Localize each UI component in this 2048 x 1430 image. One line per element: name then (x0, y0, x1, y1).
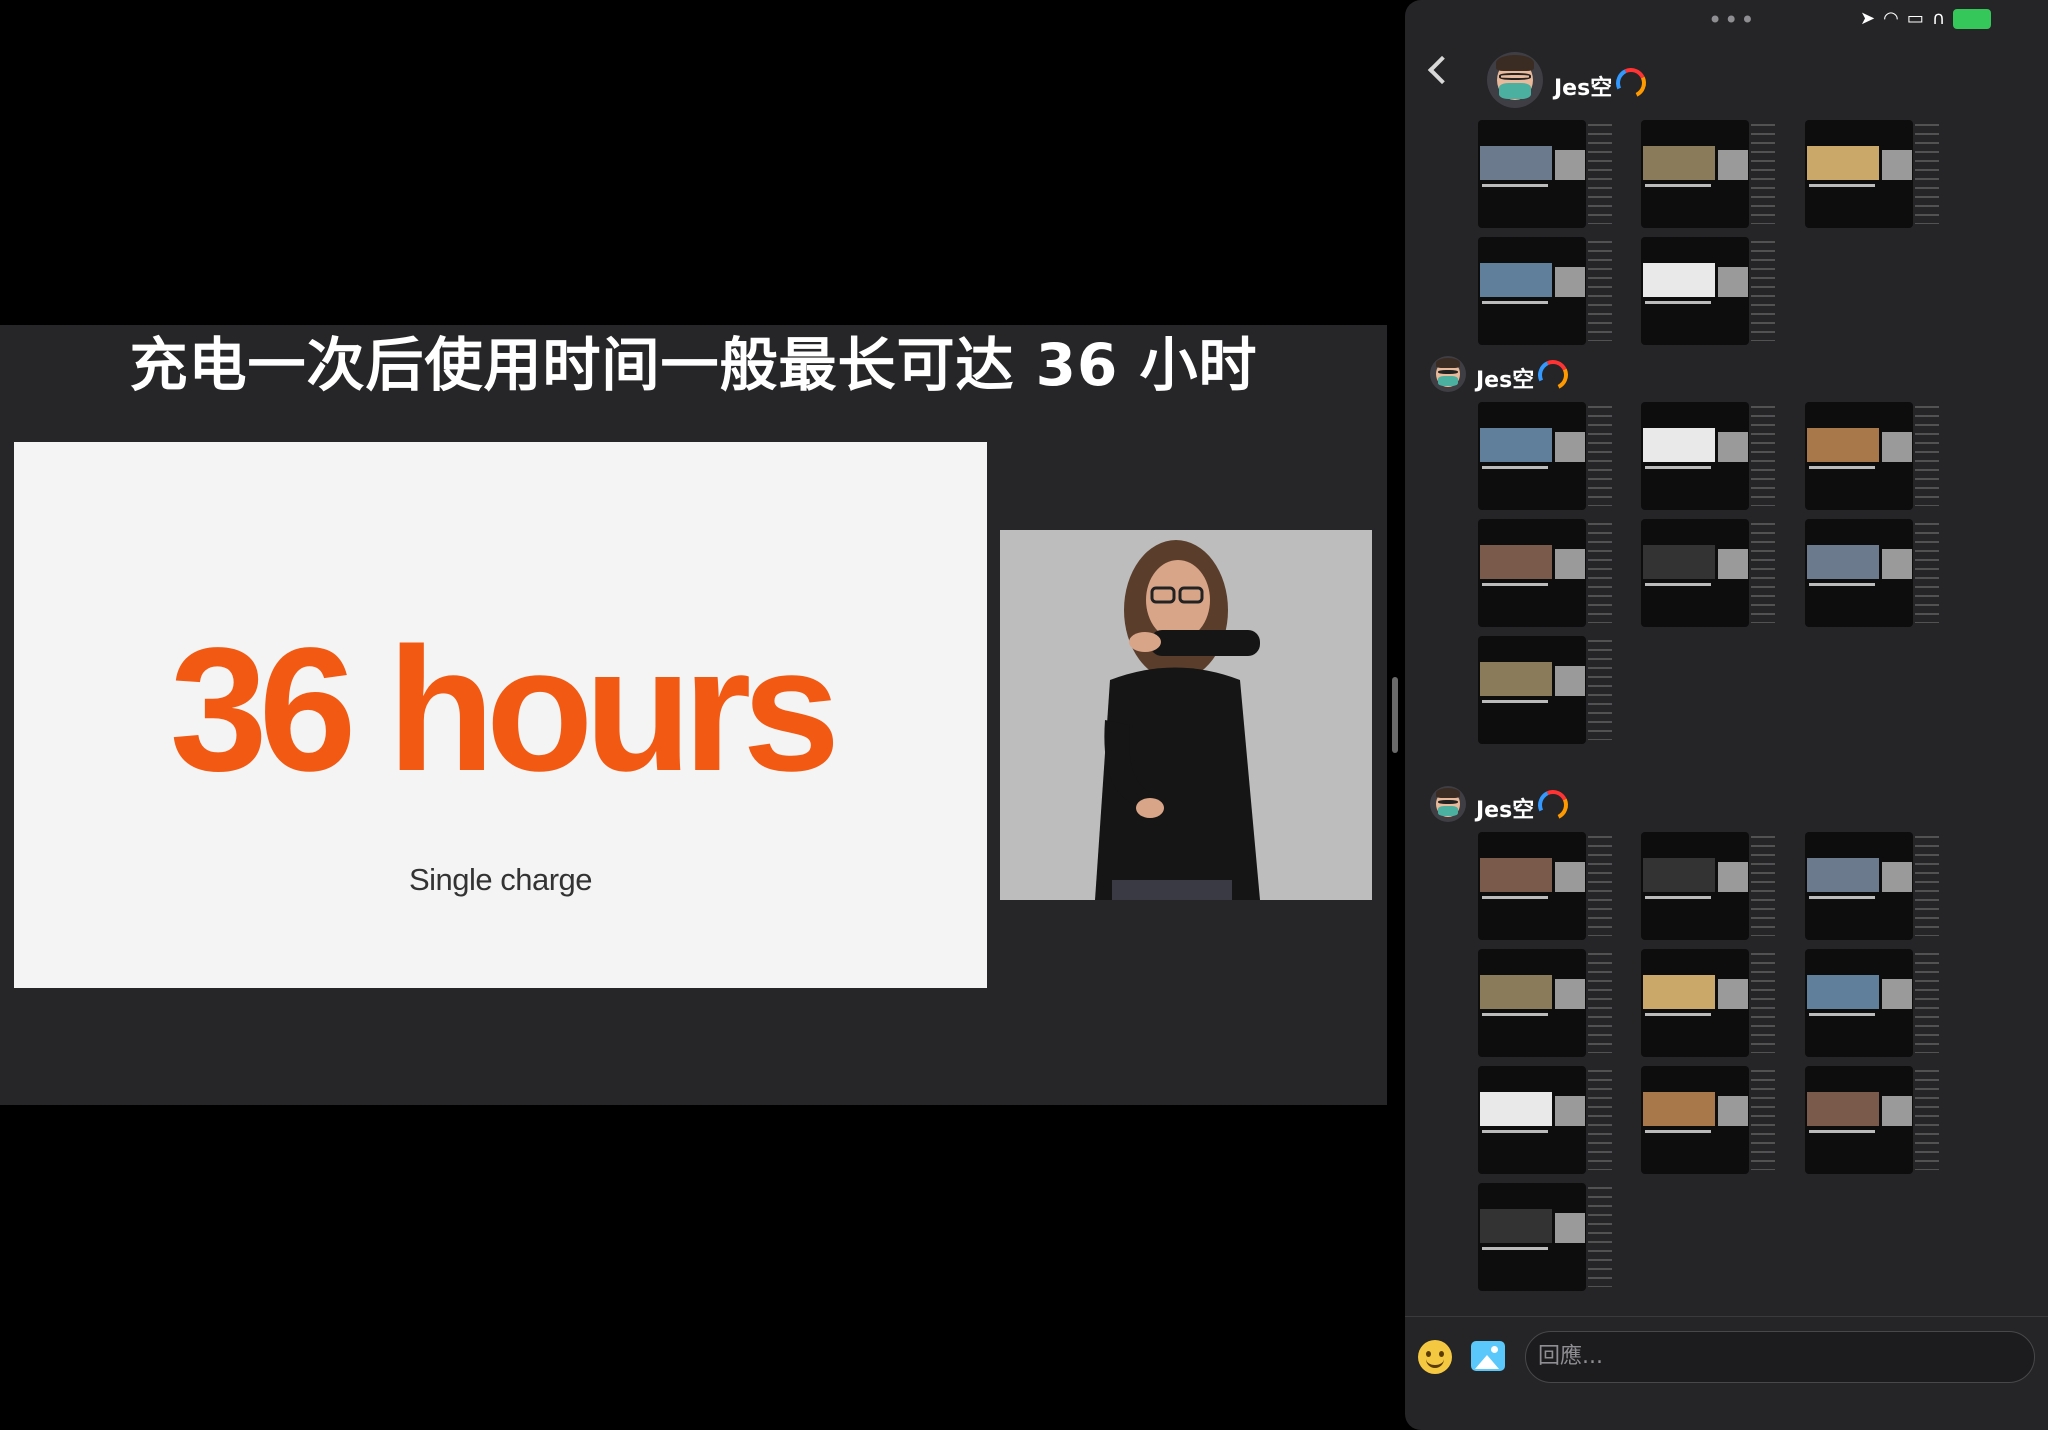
shared-screenshot-thumbnail[interactable] (1805, 402, 1939, 510)
split-view-divider[interactable] (1392, 677, 1398, 753)
avatar[interactable] (1430, 356, 1466, 392)
wifi-icon: ◠ (1883, 8, 1899, 29)
shared-screenshot-thumbnail[interactable] (1478, 120, 1612, 228)
composer-divider (1405, 1316, 2048, 1317)
shared-screenshot-thumbnail[interactable] (1805, 1066, 1939, 1174)
slide-subtitle: Single charge (408, 862, 593, 897)
avatar[interactable] (1430, 786, 1466, 822)
status-bar: ➤ ◠ ▭ ∩ (1860, 8, 1992, 29)
battery-charging-icon (1953, 8, 1992, 29)
shared-screenshot-thumbnail[interactable] (1478, 237, 1612, 345)
shared-screenshot-thumbnail[interactable] (1478, 519, 1612, 627)
shared-screenshot-thumbnail[interactable] (1641, 832, 1775, 940)
car-icon: ▭ (1906, 8, 1924, 29)
shared-screenshot-thumbnail[interactable] (1805, 120, 1939, 228)
location-arrow-icon: ➤ (1860, 8, 1876, 29)
shared-screenshot-thumbnail[interactable] (1641, 402, 1775, 510)
reply-input[interactable]: 回應... (1525, 1331, 2035, 1383)
shared-screenshot-thumbnail[interactable] (1478, 832, 1612, 940)
sender-name: Jes空 (1554, 63, 1651, 103)
shared-screenshot-thumbnail[interactable] (1478, 1066, 1612, 1174)
sender-name: Jes空 (1476, 785, 1573, 825)
sender-name: Jes空 (1476, 355, 1573, 395)
sign-language-interpreter (1000, 530, 1372, 900)
shared-screenshot-thumbnail[interactable] (1641, 949, 1775, 1057)
shared-screenshot-thumbnail[interactable] (1478, 636, 1612, 744)
headphones-icon: ∩ (1931, 8, 1946, 29)
subtitle-caption: 充电一次后使用时间一般最长可达 36 小时 (129, 331, 1258, 399)
shared-screenshot-thumbnail[interactable] (1478, 402, 1612, 510)
slide-headline: 36 hours (169, 612, 841, 808)
shared-screenshot-thumbnail[interactable] (1478, 1183, 1612, 1291)
more-dots-icon[interactable]: ••• (1708, 6, 1756, 34)
emoji-icon[interactable] (1418, 1340, 1452, 1374)
shared-screenshot-thumbnail[interactable] (1805, 832, 1939, 940)
keynote-slide: 36 hours Single charge (14, 442, 987, 988)
shared-screenshot-thumbnail[interactable] (1641, 237, 1775, 345)
photo-icon[interactable] (1471, 1341, 1505, 1371)
shared-screenshot-thumbnail[interactable] (1641, 1066, 1775, 1174)
shared-screenshot-thumbnail[interactable] (1641, 120, 1775, 228)
shared-screenshot-thumbnail[interactable] (1641, 519, 1775, 627)
shared-screenshot-thumbnail[interactable] (1478, 949, 1612, 1057)
avatar[interactable] (1487, 52, 1543, 108)
shared-screenshot-thumbnail[interactable] (1805, 949, 1939, 1057)
shared-screenshot-thumbnail[interactable] (1805, 519, 1939, 627)
